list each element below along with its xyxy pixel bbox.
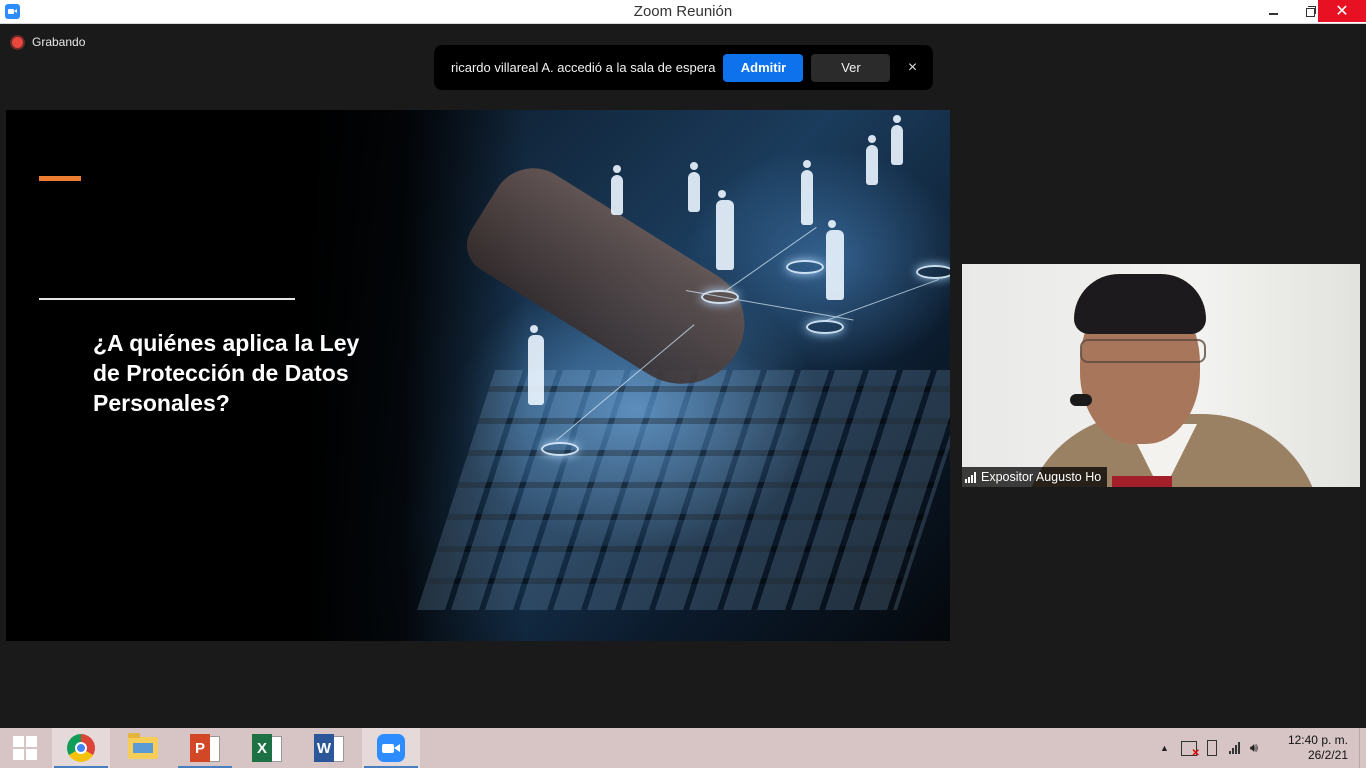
recording-icon (12, 36, 23, 48)
speaker-hair (1074, 274, 1206, 334)
chrome-icon (67, 734, 95, 762)
taskbar-zoom[interactable] (362, 728, 420, 768)
window-title: Zoom Reunión (633, 3, 733, 20)
network-signal-icon[interactable] (1228, 742, 1240, 754)
word-icon: W (314, 734, 344, 762)
notification-message: ricardo villareal A. accedió a la sala d… (451, 60, 716, 75)
participant-name-tag: Expositor Augusto Ho (962, 467, 1108, 487)
power-icon[interactable] (1206, 740, 1217, 756)
signal-strength-icon (965, 471, 976, 483)
taskbar-excel[interactable]: X (238, 728, 296, 768)
windows-icon (13, 736, 37, 760)
network-node (786, 260, 824, 274)
taskbar-chrome[interactable] (52, 728, 110, 768)
zoom-icon (377, 734, 405, 762)
clock-time: 12:40 p. m. (1287, 733, 1348, 747)
person-figure (688, 162, 700, 212)
taskbar-word[interactable]: W (300, 728, 358, 768)
person-figure (528, 325, 544, 405)
network-node (701, 290, 739, 304)
recording-label: Grabando (32, 35, 86, 49)
window-titlebar: Zoom Reunión ✕ (0, 0, 1366, 24)
headset-mic (1070, 394, 1092, 406)
view-button[interactable]: Ver (811, 53, 891, 82)
network-node (541, 442, 579, 456)
show-desktop-button[interactable] (1359, 728, 1366, 768)
waiting-room-notification: ricardo villareal A. accedió a la sala d… (434, 45, 933, 90)
volume-icon[interactable]: 🔊︎ (1250, 740, 1258, 756)
shared-screen-slide: ¿A quiénes aplica la Ley de Protección d… (6, 110, 950, 641)
person-figure (801, 160, 813, 225)
minimize-button[interactable] (1250, 0, 1296, 22)
network-node (916, 265, 950, 279)
person-figure (611, 165, 623, 215)
action-center-icon[interactable]: ✕ (1180, 740, 1200, 759)
person-figure (866, 135, 878, 185)
recording-indicator[interactable]: Grabando (12, 35, 85, 49)
keyboard-image (417, 370, 950, 610)
taskbar-powerpoint[interactable]: P (176, 728, 234, 768)
speaker-bowtie (1112, 476, 1172, 487)
participant-video[interactable]: Expositor Augusto Ho (962, 264, 1360, 487)
slide-title: ¿A quiénes aplica la Ley de Protección d… (93, 330, 360, 416)
person-figure (891, 115, 903, 165)
network-keyboard-image (306, 110, 950, 641)
person-figure (826, 220, 844, 300)
taskbar-file-explorer[interactable] (114, 728, 172, 768)
show-hidden-icons-icon[interactable]: ▲ (1160, 743, 1169, 753)
system-tray: ▲ ✕ 🔊︎ (1160, 728, 1258, 768)
slide-divider (39, 298, 295, 300)
start-button[interactable] (0, 728, 50, 768)
speaker-glasses (1080, 339, 1206, 363)
excel-icon: X (252, 734, 282, 762)
taskbar-clock[interactable]: 12:40 p. m. 26/2/21 (1288, 733, 1348, 763)
participant-name: Expositor Augusto Ho (981, 470, 1102, 484)
close-window-button[interactable]: ✕ (1318, 0, 1366, 22)
clock-date: 26/2/21 (1307, 748, 1348, 762)
folder-icon (128, 733, 158, 759)
person-figure (716, 190, 734, 270)
powerpoint-icon: P (190, 734, 220, 762)
admit-button[interactable]: Admitir (723, 53, 804, 82)
windows-taskbar: P X W ▲ ✕ 🔊︎ 12:40 p. m. 26/2/21 (0, 728, 1366, 768)
close-icon[interactable]: × (904, 59, 920, 77)
network-link (726, 226, 817, 291)
slide-accent-bar (39, 176, 81, 181)
network-node (806, 320, 844, 334)
